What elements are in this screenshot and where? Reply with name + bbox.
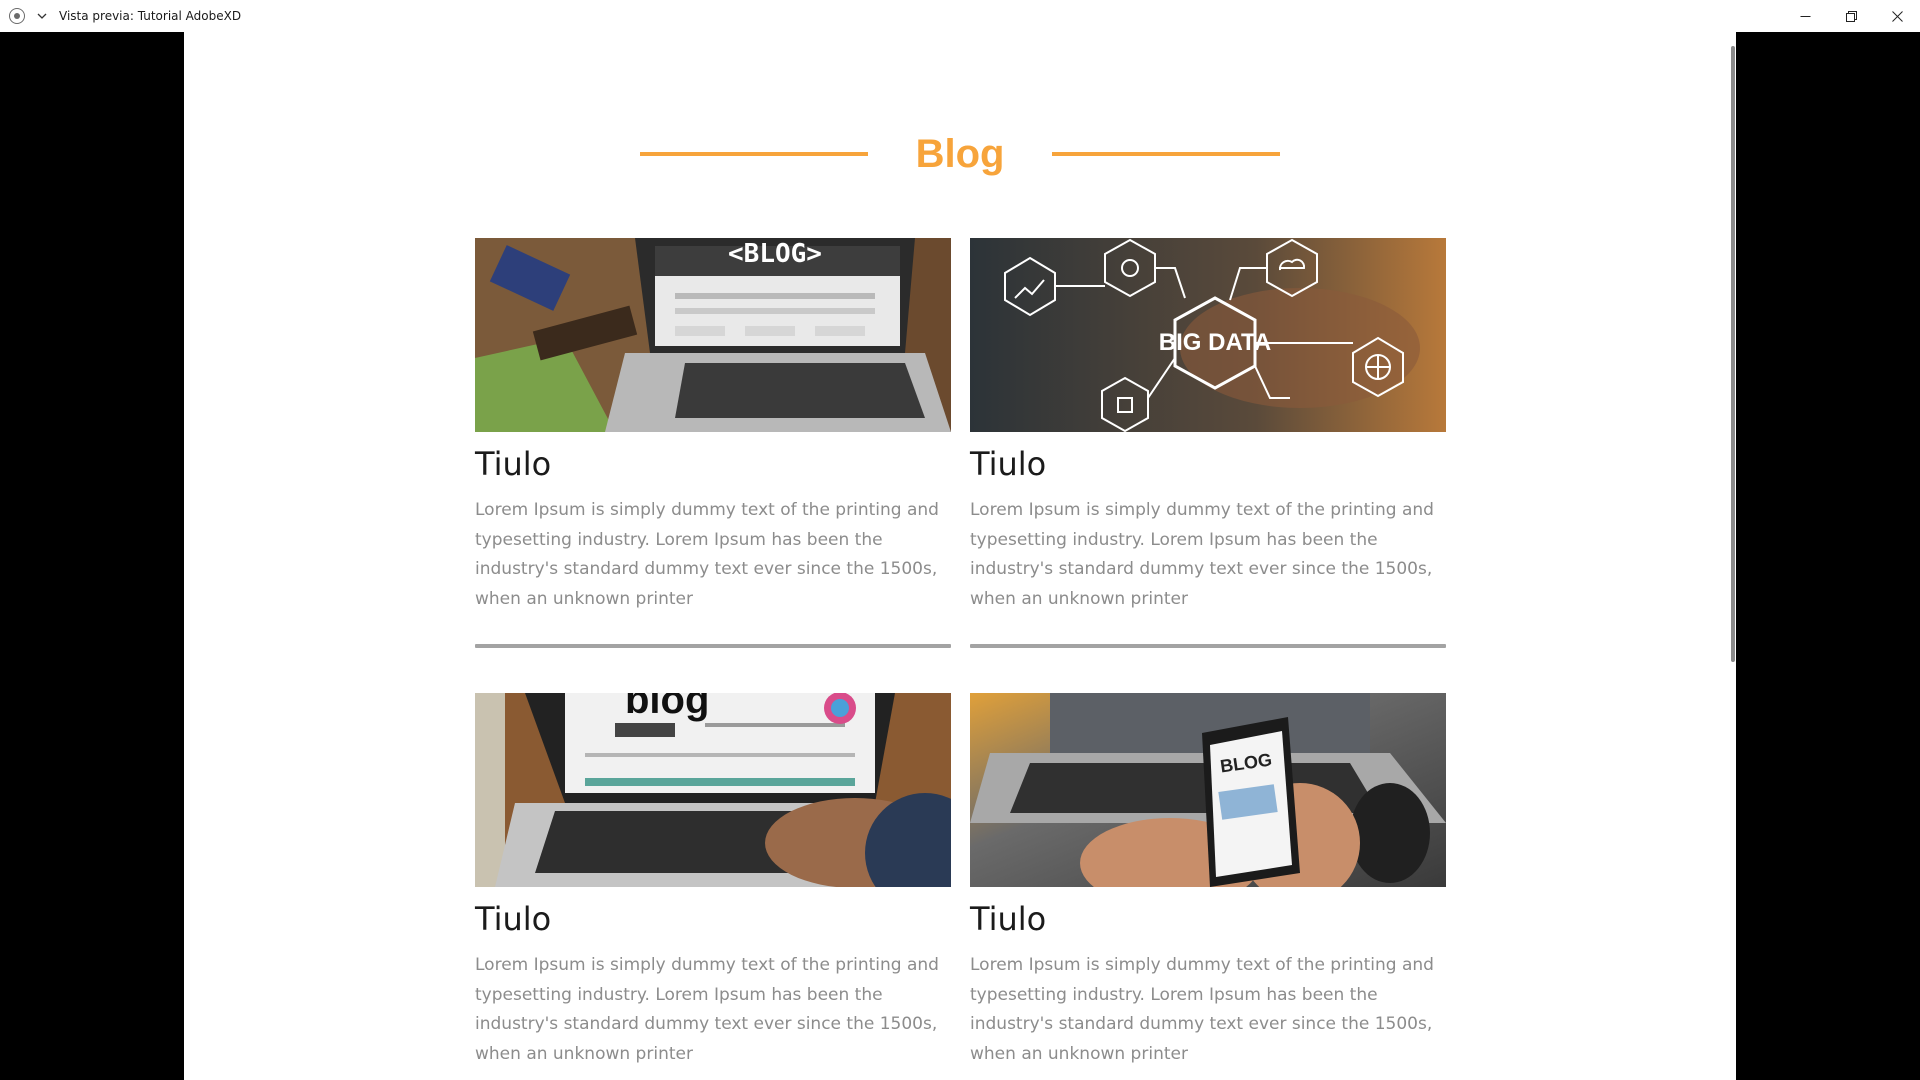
card-image-big-data: BIG DATA (970, 238, 1446, 432)
close-button[interactable] (1874, 0, 1920, 32)
restore-icon (1845, 10, 1857, 22)
card-image-laptop-blog: <BLOG> (475, 238, 951, 432)
window-title: Vista previa: Tutorial AdobeXD (59, 9, 242, 23)
minimize-icon (1800, 15, 1810, 17)
window-title-bar: Vista previa: Tutorial AdobeXD (0, 0, 1920, 32)
card-title: Tiulo (475, 445, 552, 483)
card-divider (475, 644, 951, 648)
minimize-button[interactable] (1782, 0, 1828, 32)
close-icon (1891, 10, 1903, 22)
card-body: Lorem Ipsum is simply dummy text of the … (970, 500, 1434, 609)
card-divider (970, 644, 1446, 648)
heading-line-right (1052, 152, 1280, 156)
card-title: Tiulo (970, 900, 1047, 938)
restore-button[interactable] (1828, 0, 1874, 32)
card-image-caption: <BLOG> (728, 239, 822, 269)
page-title: Blog (915, 132, 1005, 176)
card-image-phone-blog: BLOG (970, 693, 1446, 887)
card-image-laptop-typing: blog (475, 693, 951, 887)
preview-background-left (0, 32, 184, 1080)
blog-heading: Blog (640, 124, 1280, 184)
card-body: Lorem Ipsum is simply dummy text of the … (475, 955, 939, 1064)
card-body: Lorem Ipsum is simply dummy text of the … (970, 955, 1434, 1064)
heading-line-left (640, 152, 868, 156)
artboard-preview: Blog <BLOG> Tiulo Lorem Ipsum is simply … (184, 32, 1736, 1080)
window-controls (1782, 0, 1920, 32)
chevron-down-icon[interactable] (31, 5, 53, 27)
card-image-caption: blog (625, 693, 709, 722)
preview-background-right (1736, 32, 1920, 1080)
card-title: Tiulo (970, 445, 1047, 483)
vertical-scrollbar[interactable] (1731, 46, 1735, 662)
card-body: Lorem Ipsum is simply dummy text of the … (475, 500, 939, 609)
card-title: Tiulo (475, 900, 552, 938)
card-image-caption: BIG DATA (1159, 329, 1271, 356)
app-icon (9, 8, 25, 24)
